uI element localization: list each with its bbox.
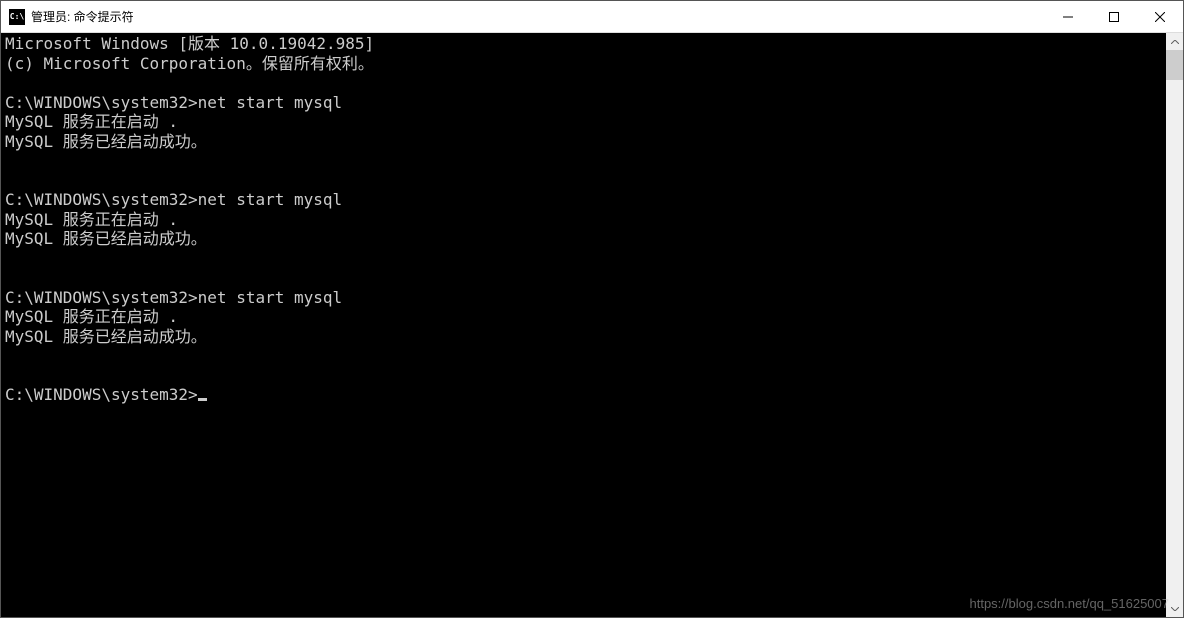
minimize-button[interactable] — [1045, 1, 1091, 32]
scrollbar[interactable] — [1166, 33, 1183, 617]
titlebar[interactable]: C:\ 管理员: 命令提示符 — [1, 1, 1183, 33]
window-controls — [1045, 1, 1183, 32]
terminal-output[interactable]: Microsoft Windows [版本 10.0.19042.985] (c… — [1, 33, 1166, 617]
window-title: 管理员: 命令提示符 — [31, 8, 1045, 25]
cmd-icon: C:\ — [9, 9, 25, 25]
maximize-button[interactable] — [1091, 1, 1137, 32]
scroll-thumb[interactable] — [1166, 50, 1183, 80]
watermark: https://blog.csdn.net/qq_51625007 — [970, 596, 1170, 611]
scroll-up-button[interactable] — [1166, 33, 1183, 50]
cmd-window: C:\ 管理员: 命令提示符 Microsoft Windows [版本 10.… — [0, 0, 1184, 618]
terminal-prompt: C:\WINDOWS\system32> — [5, 385, 198, 404]
terminal-container: Microsoft Windows [版本 10.0.19042.985] (c… — [1, 33, 1183, 617]
close-button[interactable] — [1137, 1, 1183, 32]
cursor — [198, 398, 207, 401]
